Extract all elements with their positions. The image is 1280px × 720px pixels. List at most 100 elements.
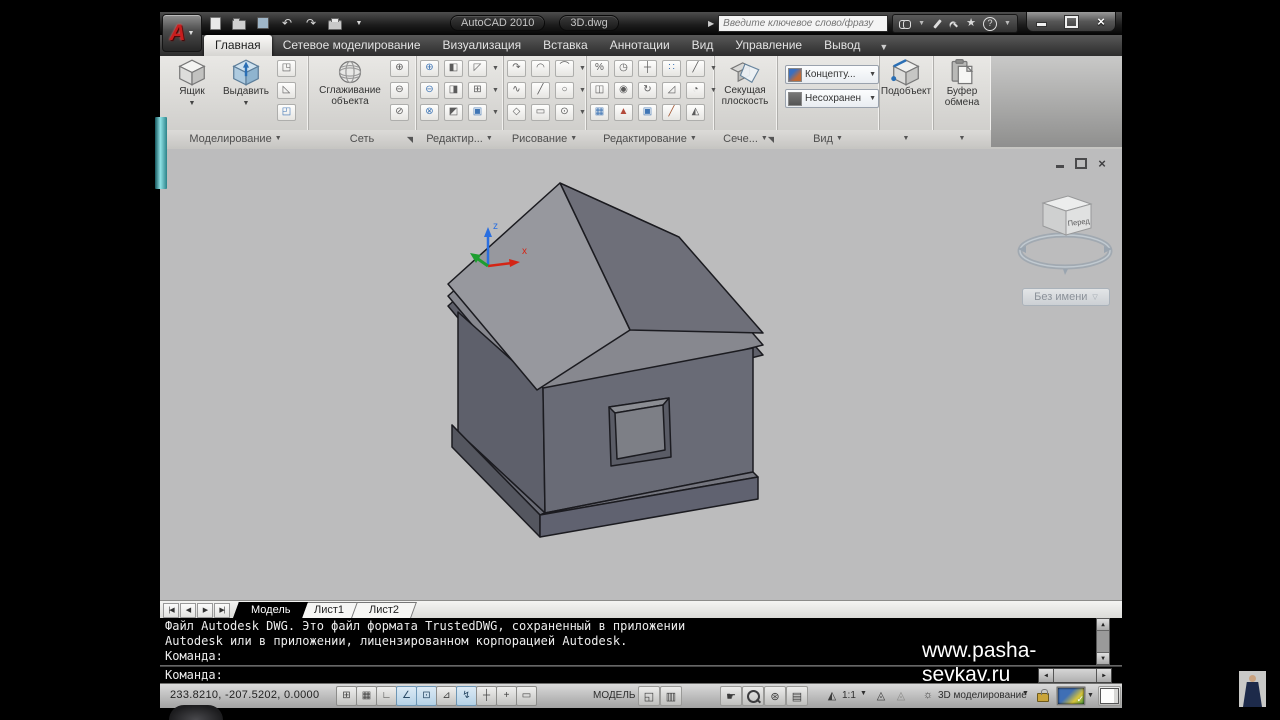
annotation-scale-chevron-icon[interactable]: ▼: [860, 690, 867, 697]
next-layout-button[interactable]: ▶: [197, 603, 213, 618]
line-button[interactable]: ╱: [531, 82, 550, 99]
annotation-visibility-button[interactable]: ◬: [872, 686, 890, 704]
trim-button[interactable]: ╱: [686, 60, 705, 77]
slice-button[interactable]: ◸: [468, 60, 487, 77]
lineweight-toggle[interactable]: ▭: [516, 686, 537, 706]
print-button[interactable]: [326, 15, 344, 31]
panel-subobject-chevron[interactable]: ▼: [879, 130, 933, 147]
extrude-dropdown-icon[interactable]: ▼: [243, 98, 250, 109]
scroll-left-icon[interactable]: ◀: [1039, 669, 1053, 682]
box-dropdown-icon[interactable]: ▼: [189, 98, 196, 109]
scale-button[interactable]: ◿: [662, 82, 681, 99]
model-space-button[interactable]: МОДЕЛЬ: [593, 690, 635, 701]
scroll-down-icon[interactable]: ▼: [1097, 652, 1109, 664]
circle-dropdown-icon[interactable]: ▼: [579, 87, 586, 94]
dyn-input-toggle[interactable]: +: [496, 686, 517, 706]
qat-customize-button[interactable]: ▼: [350, 15, 368, 31]
extract-dropdown-icon[interactable]: ▼: [492, 109, 499, 116]
search-options-chevron-icon[interactable]: ▼: [918, 20, 925, 27]
subscription-button[interactable]: [932, 19, 942, 29]
polyline-button[interactable]: ↷: [507, 60, 526, 77]
steering-wheel-button[interactable]: ⊛: [764, 686, 786, 706]
array-button[interactable]: ∷: [662, 60, 681, 77]
panel-draw-label[interactable]: Рисование▼: [503, 130, 586, 147]
tab-vizualizaciya[interactable]: Визуализация: [432, 35, 533, 56]
drawing-close-button[interactable]: ×: [1096, 158, 1108, 169]
favorites-button[interactable]: ★: [966, 18, 976, 29]
erase-face-button[interactable]: ◩: [444, 104, 463, 121]
visual-style-dropdown[interactable]: Концепту... ▼: [785, 65, 879, 84]
save-button[interactable]: [254, 15, 272, 31]
tab-upravlenie[interactable]: Управление: [724, 35, 813, 56]
drawing-minimize-button[interactable]: [1054, 158, 1066, 169]
named-view-badge[interactable]: Без имени ▽: [1022, 288, 1110, 306]
tab-annotacii[interactable]: Аннотации: [599, 35, 681, 56]
scroll-up-icon[interactable]: ▲: [1097, 619, 1109, 631]
paste-button[interactable]: Буфер обмена: [937, 59, 987, 108]
drawing-canvas[interactable]: z x Перед ×: [160, 149, 1122, 600]
quick-view-layouts-button[interactable]: ◱: [638, 686, 660, 706]
arc-dropdown-icon[interactable]: ▼: [579, 65, 586, 72]
help-button[interactable]: ?: [983, 17, 997, 31]
3d-move-gizmo-button[interactable]: ◉: [614, 82, 633, 99]
prev-layout-button[interactable]: ◀: [180, 603, 196, 618]
command-line-window[interactable]: Файл Autodesk DWG. Это файл формата Trus…: [160, 618, 1122, 683]
open-file-button[interactable]: [230, 15, 248, 31]
osnap-toggle[interactable]: ⊡: [416, 686, 437, 706]
infocenter-expand-icon[interactable]: ▶: [708, 19, 714, 28]
search-input[interactable]: [718, 15, 888, 32]
box-tool-button[interactable]: Ящик ▼: [168, 59, 216, 109]
ellipse-button[interactable]: ⊙: [555, 104, 574, 121]
subobject-filter-button[interactable]: Подобъект: [881, 59, 931, 97]
erase-button[interactable]: %: [590, 60, 609, 77]
polysolid-button[interactable]: ◳: [277, 60, 296, 77]
rectangle-button[interactable]: ▭: [531, 104, 550, 121]
clean-screen-button[interactable]: [1098, 686, 1121, 706]
slice-dropdown-icon[interactable]: ▼: [492, 65, 499, 72]
thicken-button[interactable]: ⊞: [468, 82, 487, 99]
section-plane-button[interactable]: Секущая плоскость: [719, 59, 771, 107]
undo-button[interactable]: ↶: [278, 15, 296, 31]
planar-surface-button[interactable]: ◺: [277, 82, 296, 99]
3d-rotate-gizmo-button[interactable]: ◷: [614, 60, 633, 77]
move-button[interactable]: ┼: [638, 60, 657, 77]
extrude-tool-button[interactable]: Выдавить ▼: [220, 59, 272, 109]
command-splitter[interactable]: [160, 665, 1122, 667]
minimize-button[interactable]: [1033, 16, 1049, 28]
house-window[interactable]: [609, 398, 671, 466]
grid-toggle[interactable]: ▦: [356, 686, 377, 706]
last-layout-button[interactable]: ▶|: [214, 603, 230, 618]
rotate-button[interactable]: ↻: [638, 82, 657, 99]
otrack-toggle[interactable]: ↯: [456, 686, 477, 706]
tab-vyvod[interactable]: Вывод: [813, 35, 871, 56]
drawing-status-button[interactable]: ✓: [1056, 686, 1086, 706]
offset-button[interactable]: ▣: [638, 104, 657, 121]
circle-button[interactable]: ○: [555, 82, 574, 99]
quick-view-drawings-button[interactable]: ▥: [660, 686, 682, 706]
panel-view-label[interactable]: Вид▼: [777, 130, 879, 147]
tab-vid[interactable]: Вид: [681, 35, 725, 56]
tab-list2[interactable]: Лист2: [351, 602, 417, 618]
tab-vstavka[interactable]: Вставка: [532, 35, 599, 56]
ducs-toggle[interactable]: ┼: [476, 686, 497, 706]
subtract-button[interactable]: ⊖: [420, 82, 439, 99]
polar-toggle[interactable]: ∠: [396, 686, 417, 706]
drawing-restore-button[interactable]: [1075, 158, 1087, 169]
thicken-dropdown-icon[interactable]: ▼: [492, 87, 499, 94]
command-horizontal-scrollbar[interactable]: ◀ ▶: [1038, 668, 1112, 683]
workspace-switcher[interactable]: 3D моделирование: [938, 690, 1027, 701]
panel-modify-label[interactable]: Редактирование▼: [586, 130, 714, 147]
close-button[interactable]: ×: [1093, 16, 1109, 28]
revision-cloud-button[interactable]: ◠: [531, 60, 550, 77]
communication-center-button[interactable]: [949, 19, 959, 28]
panel-solid-editing-label[interactable]: Редактир...▼: [416, 130, 503, 147]
tab-model[interactable]: Модель: [233, 602, 308, 618]
workspace-chevron-icon[interactable]: ▼: [1022, 690, 1029, 697]
snap-toggle[interactable]: ⊞: [336, 686, 357, 706]
command-prompt[interactable]: Команда:: [165, 668, 223, 682]
help-options-chevron-icon[interactable]: ▼: [1004, 20, 1011, 27]
press-pull-button[interactable]: ◰: [277, 104, 296, 121]
search-button[interactable]: [899, 20, 911, 28]
redo-button[interactable]: ↷: [302, 15, 320, 31]
pan-button[interactable]: ☛: [720, 686, 742, 706]
